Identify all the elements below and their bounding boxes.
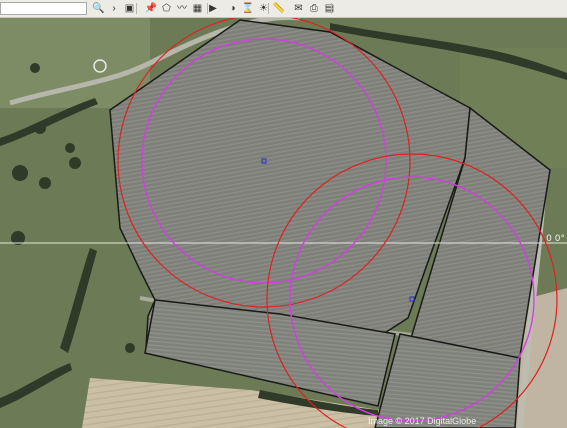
search-input[interactable] bbox=[0, 2, 87, 15]
toolbar-separator bbox=[331, 3, 332, 14]
ruler-icon[interactable]: 📏 bbox=[273, 2, 286, 15]
historical-imagery-icon[interactable]: ⌛ bbox=[242, 2, 255, 15]
polygon-icon[interactable]: ⬠ bbox=[160, 2, 173, 15]
tour-icon[interactable]: ▶ bbox=[207, 2, 220, 15]
toolbar: 🔍 › ▣ 📌 ⬠ 〰 ▦ ▶ ◑ ⌛ ☀ 📏 ✉ ⎙ ▤ bbox=[0, 0, 567, 18]
toolbar-separator bbox=[268, 3, 269, 14]
sidebar-panel-icon[interactable]: ▣ bbox=[123, 2, 136, 15]
placemark-icon[interactable]: 📌 bbox=[145, 2, 158, 15]
imagery-attribution: Image © 2017 DigitalGlobe bbox=[368, 416, 477, 426]
path-icon[interactable]: 〰 bbox=[176, 2, 189, 15]
email-icon[interactable]: ✉ bbox=[292, 2, 305, 15]
grid-label: 0 0° bbox=[546, 234, 565, 244]
save-image-icon[interactable]: ▤ bbox=[323, 2, 336, 15]
search-icon[interactable]: 🔍 bbox=[92, 2, 105, 15]
grass-field-upper-left bbox=[0, 18, 150, 108]
print-icon[interactable]: ⎙ bbox=[308, 2, 321, 15]
toolbar-separator bbox=[207, 3, 208, 14]
overlay-icon[interactable]: ▦ bbox=[191, 2, 204, 15]
sky-icon[interactable]: ◑ bbox=[226, 2, 239, 15]
toolbar-separator bbox=[136, 3, 137, 14]
nav-arrow-icon[interactable]: › bbox=[108, 2, 121, 15]
map-view[interactable] bbox=[0, 18, 567, 428]
